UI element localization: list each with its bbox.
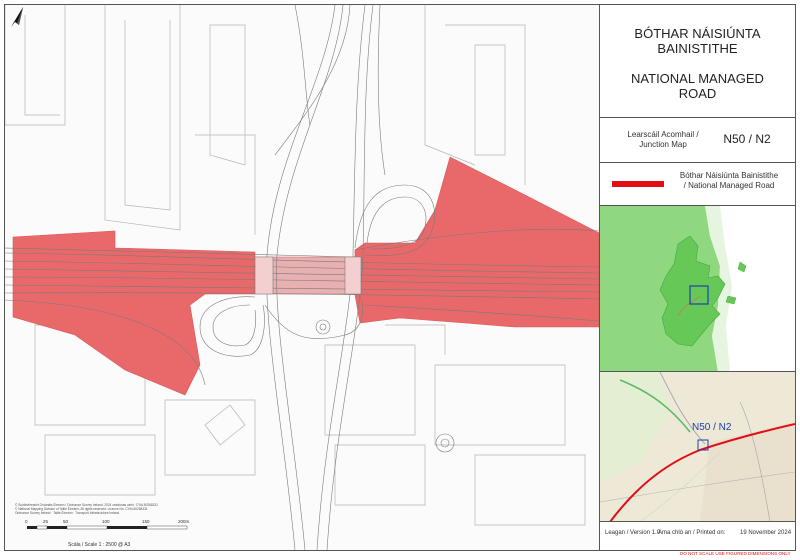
printed-date: 19 November 2024 xyxy=(740,530,792,536)
junction-map[interactable]: © Suirbhéireacht Ordanáis Éireann / Ordn… xyxy=(5,5,600,550)
legend-swatch xyxy=(612,181,664,187)
version-text: Leagan / Version 1.0 xyxy=(605,530,661,536)
title-english-line: NATIONAL MANAGED xyxy=(631,71,764,86)
locator-map[interactable] xyxy=(600,206,795,372)
scale-tick-label: 200m xyxy=(178,519,190,524)
scale-tick-label: 150 xyxy=(142,519,150,524)
title-english: NATIONAL MANAGED ROAD xyxy=(600,71,795,101)
map-drawing xyxy=(5,5,599,550)
map-frame: © Suirbhéireacht Ordanáis Éireann / Ordn… xyxy=(4,4,796,551)
scale-tick-label: 25 xyxy=(43,519,49,524)
scale-disclaimer: DO NOT SCALE USE FIGURED DIMENSIONS ONLY xyxy=(680,551,791,556)
legend-text-line: Bóthar Náisiúnta Bainistithe xyxy=(679,171,779,180)
legend-text: Bóthar Náisiúnta Bainistithe / National … xyxy=(670,171,788,191)
version-block: Leagan / Version 1.0 Ama chlò an / Print… xyxy=(600,522,795,550)
junction-block: Learscáil Acomhail / Junction Map N50 / … xyxy=(600,118,795,163)
north-arrow-icon xyxy=(11,7,23,27)
copyright-line: Ordnance Survey Ireland · Tailte Éireann… xyxy=(15,511,120,515)
inset-map-label: N50 / N2 xyxy=(692,422,732,433)
scale-tick-label: 100 xyxy=(102,519,110,524)
managed-road-area xyxy=(12,156,599,396)
locator-map-drawing xyxy=(600,206,747,371)
title-irish-line: BAINISTITHE xyxy=(657,41,738,56)
scale-tick-label: 0 xyxy=(25,519,28,524)
title-irish-line: BÓTHAR NÁISIÚNTA xyxy=(634,26,761,41)
legend-block: Bóthar Náisiúnta Bainistithe / National … xyxy=(600,163,795,206)
copyright-notice: © Suirbhéireacht Ordanáis Éireann / Ordn… xyxy=(15,503,203,515)
title-irish: BÓTHAR NÁISIÚNTA BAINISTITHE xyxy=(600,26,795,56)
junction-label-line: Junction Map xyxy=(639,140,687,149)
scale-caption: Scála / Scale 1 : 2500 @ A3 xyxy=(68,542,131,548)
scale-bar-graphic xyxy=(27,525,188,530)
title-english-line: ROAD xyxy=(678,86,717,101)
title-panel: BÓTHAR NÁISIÚNTA BAINISTITHE NATIONAL MA… xyxy=(600,5,795,550)
junction-code: N50 / N2 xyxy=(723,132,771,146)
inset-map-drawing xyxy=(600,372,795,521)
junction-label-line: Learscáil Acomhail / xyxy=(627,130,699,139)
scale-tick-label: 50 xyxy=(63,519,69,524)
legend-text-line: / National Managed Road xyxy=(683,181,775,190)
inset-map[interactable]: N50 / N2 xyxy=(600,372,795,522)
junction-map-label: Learscáil Acomhail / Junction Map xyxy=(618,130,708,150)
title-block: BÓTHAR NÁISIÚNTA BAINISTITHE NATIONAL MA… xyxy=(600,5,795,118)
printed-label: Ama chlò an / Printed on: xyxy=(658,530,726,536)
